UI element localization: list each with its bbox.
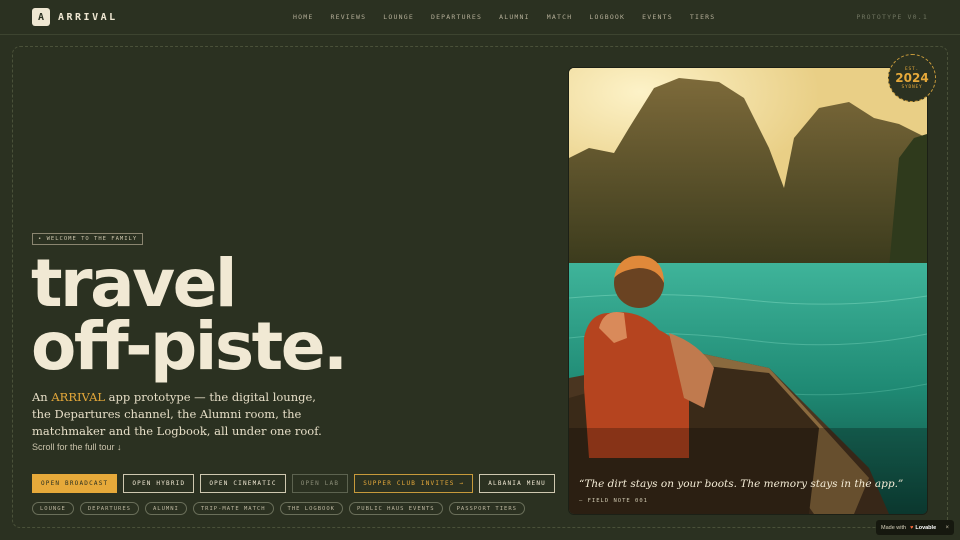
open-broadcast-button[interactable]: OPEN BROADCAST xyxy=(32,474,118,493)
brand-name: ARRIVAL xyxy=(58,11,118,23)
nav-home[interactable]: HOME xyxy=(293,13,313,21)
scroll-hint[interactable]: Scroll for the full tour ↓ xyxy=(32,442,122,452)
nav-tiers[interactable]: TIERS xyxy=(690,13,716,21)
open-lab-button[interactable]: OPEN LAB xyxy=(291,474,349,493)
cta-row: OPEN BROADCAST OPEN HYBRID OPEN CINEMATI… xyxy=(32,474,555,493)
hero-photo: “The dirt stays on your boots. The memor… xyxy=(569,68,927,514)
hero-intro: An ARRIVAL app prototype — the digital l… xyxy=(32,389,332,440)
hero-headline: travel off-piste. xyxy=(31,251,348,380)
nav-reviews[interactable]: REVIEWS xyxy=(330,13,366,21)
open-cinematic-button[interactable]: OPEN CINEMATIC xyxy=(200,474,286,493)
main-nav: HOME REVIEWS LOUNGE DEPARTURES ALUMNI MA… xyxy=(293,13,732,21)
intro-prefix: An xyxy=(32,390,52,404)
pill-alumni[interactable]: ALUMNI xyxy=(145,502,187,515)
pill-passport-tiers[interactable]: PASSPORT TIERS xyxy=(448,502,525,515)
nav-alumni[interactable]: ALUMNI xyxy=(499,13,530,21)
stamp-bottom: SYDNEY xyxy=(901,84,923,90)
headline-line-2: off-piste. xyxy=(31,308,348,385)
brand-logo[interactable]: A ARRIVAL xyxy=(32,8,118,26)
welcome-tag: • WELCOME TO THE FAMILY xyxy=(32,233,144,245)
top-nav-bar: A ARRIVAL HOME REVIEWS LOUNGE DEPARTURES… xyxy=(0,0,960,35)
nav-events[interactable]: EVENTS xyxy=(642,13,673,21)
pill-public-haus-events[interactable]: PUBLIC HAUS EVENTS xyxy=(348,502,443,515)
badge-brand: Lovable xyxy=(915,524,937,531)
close-icon[interactable]: × xyxy=(945,525,949,531)
pill-departures[interactable]: DEPARTURES xyxy=(79,502,139,515)
nav-departures[interactable]: DEPARTURES xyxy=(431,13,482,21)
pill-lounge[interactable]: LOUNGE xyxy=(32,502,74,515)
intro-brand: ARRIVAL xyxy=(51,390,106,404)
photo-quote-source: — FIELD NOTE 001 xyxy=(579,498,648,504)
badge-made-with: Made with xyxy=(881,524,907,531)
brand-mark-icon: A xyxy=(32,8,50,26)
made-with-lovable-badge[interactable]: Made with ♥ Lovable × xyxy=(876,520,954,535)
photo-quote: “The dirt stays on your boots. The memor… xyxy=(579,478,904,490)
photo-illustration xyxy=(569,68,927,514)
nav-match[interactable]: MATCH xyxy=(547,13,573,21)
section-pills: LOUNGE DEPARTURES ALUMNI TRIP-MATE MATCH… xyxy=(32,502,525,515)
nav-lounge[interactable]: LOUNGE xyxy=(383,13,414,21)
pill-the-logbook[interactable]: THE LOGBOOK xyxy=(279,502,343,515)
pill-trip-mate-match[interactable]: TRIP-MATE MATCH xyxy=(192,502,274,515)
est-2024-stamp: EST. 2024 SYDNEY xyxy=(888,54,936,102)
heart-icon: ♥ xyxy=(910,524,914,531)
albania-menu-button[interactable]: ALBANIA MENU xyxy=(479,474,555,493)
supper-club-invites-button[interactable]: SUPPER CLUB INVITES → xyxy=(354,474,474,493)
open-hybrid-button[interactable]: OPEN HYBRID xyxy=(123,474,195,493)
nav-logbook[interactable]: LOGBOOK xyxy=(589,13,625,21)
prototype-label: PROTOTYPE V0.1 xyxy=(856,13,928,21)
stamp-year: 2024 xyxy=(895,70,929,85)
